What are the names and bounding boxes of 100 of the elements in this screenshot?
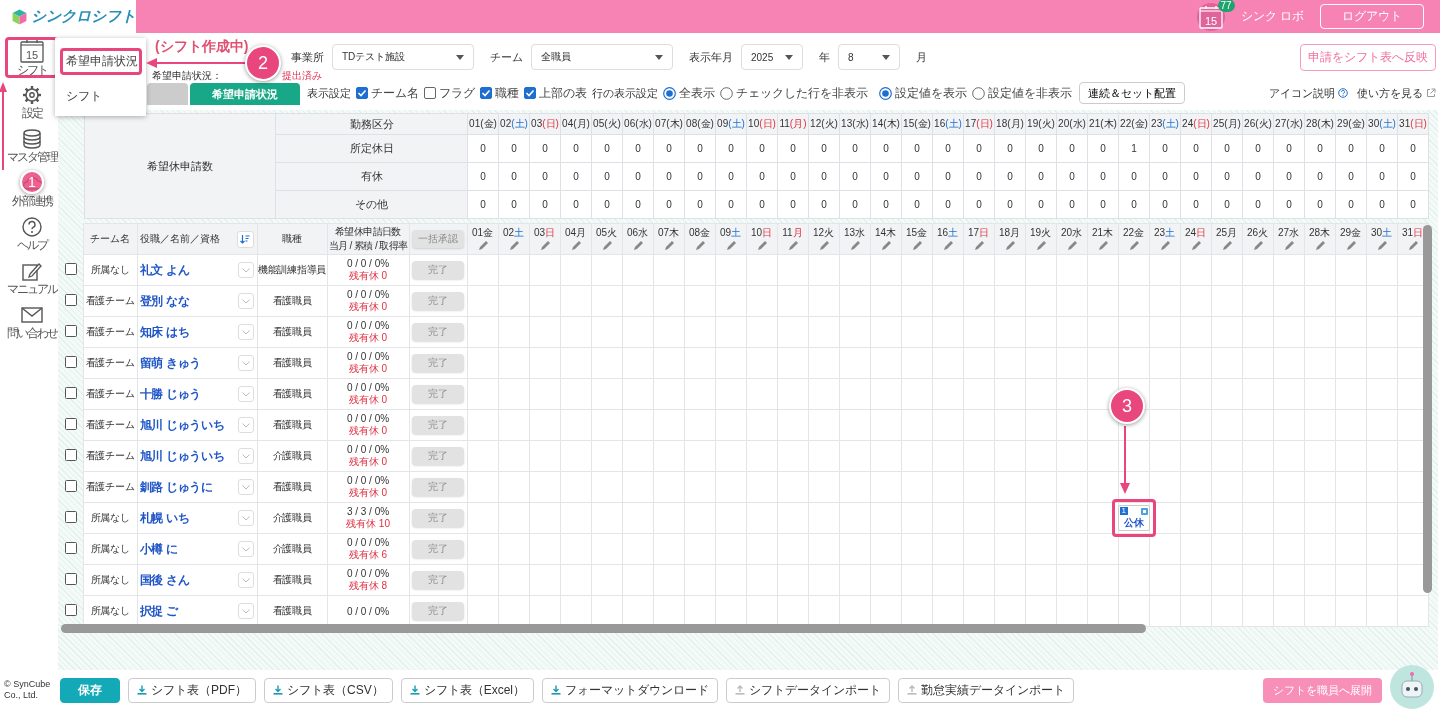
dropdown-button[interactable] <box>237 603 254 619</box>
pencil-icon[interactable] <box>972 239 985 252</box>
footer-button[interactable]: 勤怠実績データインポート <box>898 677 1075 703</box>
chevron-icon <box>241 360 250 366</box>
table-cell: 看護チーム <box>83 440 137 472</box>
pencil-icon[interactable] <box>538 239 551 252</box>
footer-button[interactable]: シフト表（Excel） <box>400 677 535 703</box>
select-field[interactable]: TDテスト施設 <box>332 44 474 70</box>
dropdown-button[interactable] <box>237 572 254 588</box>
pencil-icon[interactable] <box>1189 239 1202 252</box>
vertical-scrollbar[interactable] <box>1423 225 1432 593</box>
row-checkbox[interactable] <box>64 511 77 523</box>
pencil-icon[interactable] <box>1344 239 1357 252</box>
row-checkbox[interactable] <box>64 604 77 616</box>
dropdown-button[interactable] <box>237 510 254 526</box>
sidebar-label[interactable]: マニュアル <box>6 282 57 296</box>
day-header: 20(水) <box>1058 118 1086 129</box>
pencil-icon[interactable] <box>1251 239 1264 252</box>
dropdown-button[interactable] <box>237 293 254 309</box>
row-header: その他 <box>275 190 468 219</box>
pencil-icon[interactable] <box>755 239 768 252</box>
leave-counts: 3 / 3 / 0% <box>345 505 391 517</box>
radio-button[interactable] <box>972 86 985 100</box>
count-badge: 1 <box>1119 507 1128 515</box>
select-field[interactable]: 全職員 <box>531 44 673 70</box>
help-link[interactable]: 使い方を見る <box>1357 85 1423 101</box>
set-placement-button[interactable]: 連続＆セット配置 <box>1079 82 1185 104</box>
pencil-icon[interactable] <box>507 239 520 252</box>
menu-item[interactable]: シフト <box>60 83 142 110</box>
select-field[interactable]: 8 <box>838 44 900 70</box>
pencil-icon[interactable] <box>476 239 489 252</box>
pencil-icon[interactable] <box>910 239 923 252</box>
row-checkbox[interactable] <box>64 573 77 585</box>
pencil-icon[interactable] <box>848 239 861 252</box>
chevron-icon <box>241 391 250 397</box>
row-checkbox[interactable] <box>64 542 77 554</box>
pencil-icon[interactable] <box>724 239 737 252</box>
footer-button[interactable]: シフトデータインポート <box>726 677 891 703</box>
pencil-icon[interactable] <box>1127 239 1140 252</box>
radio-button[interactable] <box>663 86 676 100</box>
sidebar-label[interactable]: マスタ管理 <box>6 150 57 164</box>
pencil-icon[interactable] <box>1313 239 1326 252</box>
row-checkbox[interactable] <box>64 387 77 399</box>
row-checkbox[interactable] <box>64 356 77 368</box>
pencil-icon[interactable] <box>1003 239 1016 252</box>
dropdown-button[interactable] <box>237 355 254 371</box>
footer-button[interactable]: シフト表（PDF） <box>128 677 256 703</box>
row-checkbox[interactable] <box>64 418 77 430</box>
sidebar-label[interactable]: 外部連携 <box>11 194 52 208</box>
pencil-icon[interactable] <box>693 239 706 252</box>
sidebar-label[interactable]: ヘルプ <box>16 238 47 252</box>
dropdown-button[interactable] <box>237 417 254 433</box>
shift-label: 公休 <box>1123 516 1144 530</box>
staff-name-link[interactable]: 択捉 ご <box>139 602 178 620</box>
radio-button[interactable] <box>879 86 892 100</box>
sidebar-label[interactable]: 設定 <box>21 106 42 120</box>
pencil-icon[interactable] <box>1096 239 1109 252</box>
pencil-icon[interactable] <box>817 239 830 252</box>
dropdown-button[interactable] <box>237 479 254 495</box>
footer-button[interactable]: フォーマットダウンロード <box>542 677 719 703</box>
horizontal-scrollbar[interactable] <box>61 624 1146 633</box>
sidebar-label[interactable]: 問い合わせ <box>6 326 57 340</box>
help-link[interactable]: アイコン説明 <box>1269 85 1335 101</box>
pencil-icon[interactable] <box>941 239 954 252</box>
pencil-icon[interactable] <box>1406 239 1419 252</box>
pencil-icon[interactable] <box>600 239 613 252</box>
pencil-icon[interactable] <box>879 239 892 252</box>
dropdown-button[interactable] <box>237 386 254 402</box>
checkbox[interactable] <box>480 87 492 99</box>
sort-button[interactable] <box>236 230 254 248</box>
menu-item[interactable]: 希望申請状況 <box>60 48 142 75</box>
pencil-icon[interactable] <box>662 239 675 252</box>
pencil-icon[interactable] <box>1034 239 1047 252</box>
row-checkbox[interactable] <box>64 449 77 461</box>
pencil-icon[interactable] <box>1158 239 1171 252</box>
radio-button[interactable] <box>720 86 733 100</box>
dropdown-button[interactable] <box>237 541 254 557</box>
pencil-icon[interactable] <box>786 239 799 252</box>
pencil-icon[interactable] <box>569 239 582 252</box>
notification-badge: 77 <box>1217 0 1235 12</box>
row-checkbox[interactable] <box>64 263 77 275</box>
status-value: 提出済み <box>282 69 322 83</box>
checkbox[interactable] <box>524 87 536 99</box>
checkbox[interactable] <box>356 87 368 99</box>
pencil-icon[interactable] <box>1282 239 1295 252</box>
dropdown-button[interactable] <box>237 324 254 340</box>
select-field[interactable]: 2025 <box>741 44 803 70</box>
dropdown-button[interactable] <box>237 448 254 464</box>
pencil-icon[interactable] <box>1375 239 1388 252</box>
pencil-icon[interactable] <box>1220 239 1233 252</box>
staff-name-link[interactable]: 小樽 に <box>139 540 178 558</box>
footer-button[interactable]: シフト表（CSV） <box>264 677 393 703</box>
dropdown-button[interactable] <box>237 262 254 278</box>
row-checkbox[interactable] <box>64 480 77 492</box>
pencil-icon[interactable] <box>631 239 644 252</box>
row-checkbox[interactable] <box>64 294 77 306</box>
day-header: 22金 <box>1121 226 1146 239</box>
row-checkbox[interactable] <box>64 325 77 337</box>
checkbox[interactable] <box>424 87 436 99</box>
pencil-icon[interactable] <box>1065 239 1078 252</box>
